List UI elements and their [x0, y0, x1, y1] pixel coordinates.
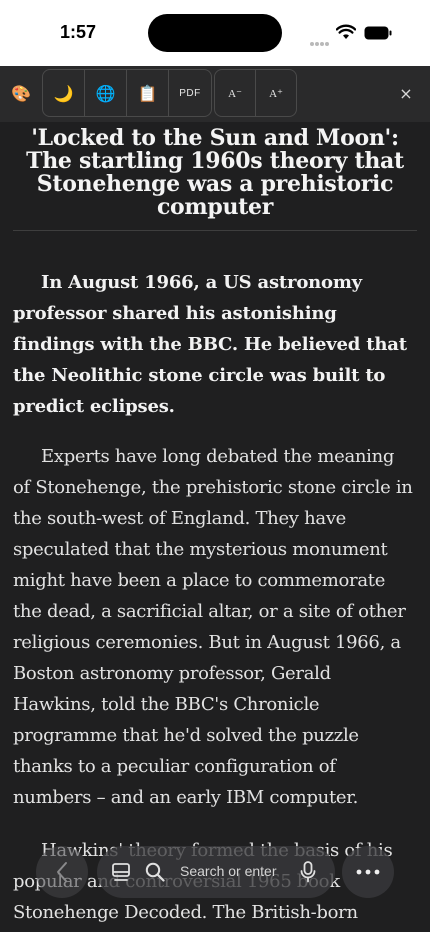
translate-button[interactable]: 🌐: [85, 70, 126, 116]
cellular-signal-icon: [310, 31, 330, 46]
clipboard-icon: 📋: [137, 83, 158, 103]
back-button[interactable]: [36, 846, 88, 898]
dynamic-island: [148, 14, 282, 52]
increase-font-button[interactable]: A⁺: [256, 70, 296, 116]
battery-icon: [364, 26, 392, 40]
close-reader-button[interactable]: ×: [392, 70, 420, 116]
globe-icon: 🌐: [95, 83, 116, 103]
theme-palette-button[interactable]: 🎨: [6, 70, 36, 116]
search-icon: [145, 862, 165, 882]
pdf-export-button[interactable]: PDF: [169, 70, 211, 116]
article-headline: 'Locked to the Sun and Moon': The startl…: [26, 125, 404, 220]
more-options-button[interactable]: [342, 846, 394, 898]
search-placeholder: Search or enter: [180, 863, 277, 879]
tabs-icon[interactable]: [111, 863, 131, 882]
palette-icon: 🎨: [11, 83, 31, 103]
decrease-font-button[interactable]: A⁻: [215, 70, 255, 116]
status-time: 1:57: [60, 22, 97, 42]
font-size-group: A⁻ A⁺: [214, 69, 297, 117]
address-search-bar[interactable]: Search or enter: [97, 846, 335, 898]
headline-divider: [13, 230, 417, 231]
dark-mode-button[interactable]: 🌙: [43, 70, 84, 116]
moon-icon: 🌙: [53, 83, 74, 103]
reader-tools-group: 🌙 🌐 📋 PDF: [42, 69, 212, 117]
chevron-left-icon: [57, 862, 67, 882]
status-bar: 1:57: [0, 0, 430, 66]
reader-toolbar: 🎨 🌙 🌐 📋 PDF A⁻ A⁺ ×: [0, 66, 430, 122]
wifi-icon: [336, 24, 356, 39]
more-icon: [356, 869, 380, 875]
microphone-icon[interactable]: [300, 861, 316, 883]
article-lead: In August 1966, a US astronomy professor…: [13, 272, 407, 417]
close-icon: ×: [399, 83, 413, 103]
article-content: 'Locked to the Sun and Moon': The startl…: [0, 122, 430, 932]
article-paragraph: Experts have long debated the meaning of…: [13, 446, 413, 808]
copy-button[interactable]: 📋: [127, 70, 168, 116]
